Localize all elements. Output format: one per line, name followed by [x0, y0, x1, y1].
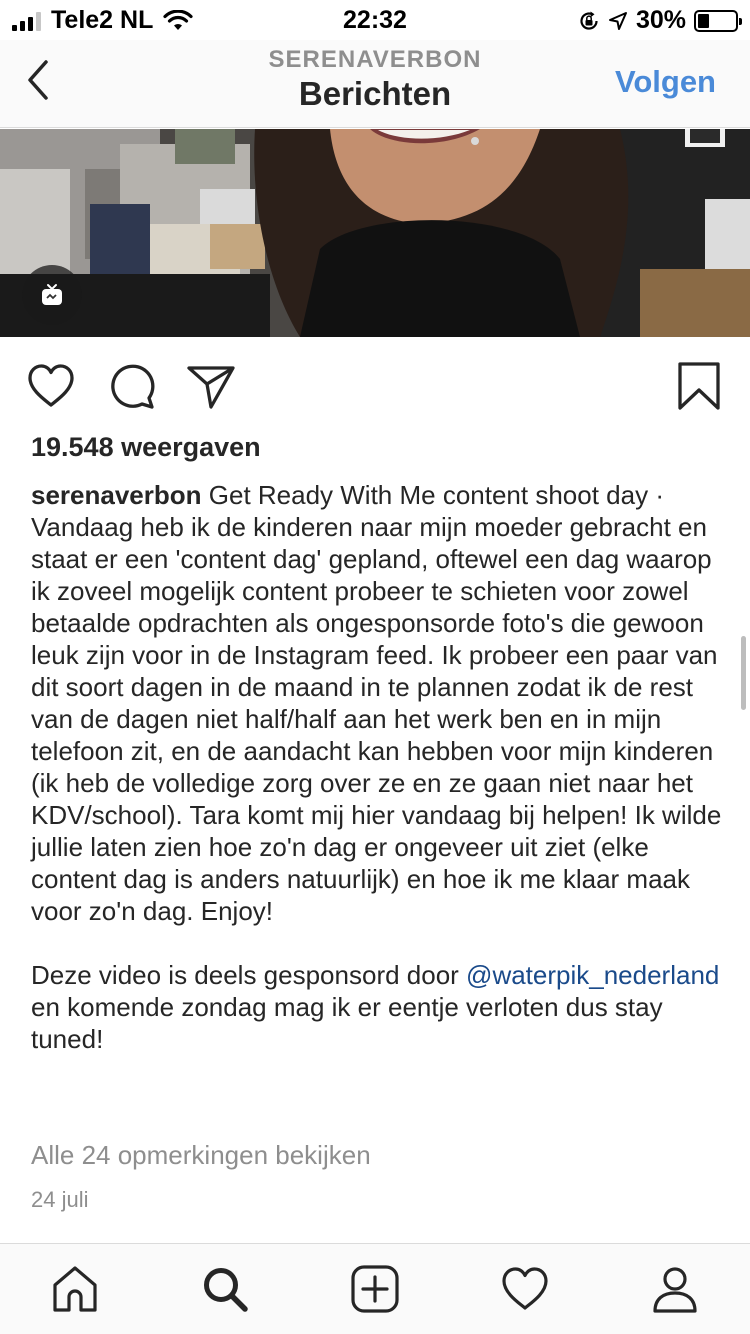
action-bar: [0, 350, 750, 422]
like-button[interactable]: [25, 360, 77, 412]
location-icon: [608, 11, 627, 30]
battery-icon: [694, 9, 742, 32]
share-button[interactable]: [185, 360, 237, 412]
bookmark-icon: [678, 362, 720, 410]
comment-icon: [111, 364, 155, 409]
search-icon: [204, 1268, 248, 1312]
status-right: 30%: [578, 6, 742, 35]
comment-button[interactable]: [105, 360, 157, 412]
caption-text-end: en komende zondag mag ik er eentje verlo…: [31, 992, 663, 1054]
video-frame: [0, 129, 750, 337]
caption-username[interactable]: serenaverbon: [31, 480, 202, 510]
heart-icon: [28, 364, 74, 407]
home-icon: [53, 1266, 97, 1312]
profile-icon: [653, 1267, 697, 1313]
view-comments-link[interactable]: Alle 24 opmerkingen bekijken: [31, 1140, 371, 1171]
mention-link[interactable]: @waterpik_nederland: [466, 960, 719, 990]
post-video[interactable]: [0, 129, 750, 337]
scroll-indicator: [741, 636, 746, 710]
share-icon: [187, 366, 235, 409]
tab-activity[interactable]: [500, 1264, 550, 1314]
save-button[interactable]: [673, 360, 725, 412]
tab-home[interactable]: [50, 1264, 100, 1314]
tab-profile[interactable]: [650, 1264, 700, 1314]
tab-new-post[interactable]: [350, 1264, 400, 1314]
instagram-post-screen: Tele2 NL 22:32 30% SERENAVERBON Berichte…: [0, 0, 750, 1334]
view-count[interactable]: 19.548 weergaven: [31, 432, 261, 463]
navigation-header: SERENAVERBON Berichten Volgen: [0, 40, 750, 128]
orientation-lock-icon: [580, 11, 598, 30]
battery-percentage: 30%: [635, 6, 686, 34]
caption-text: Get Ready With Me content shoot day · Va…: [31, 480, 722, 990]
status-bar: Tele2 NL 22:32 30%: [0, 0, 750, 40]
igtv-badge[interactable]: [22, 265, 82, 325]
post-date: 24 juli: [31, 1187, 89, 1212]
back-button[interactable]: [20, 58, 60, 102]
follow-button[interactable]: Volgen: [615, 64, 716, 100]
post-caption: serenaverbon Get Ready With Me content s…: [31, 479, 731, 1055]
chevron-left-icon: [28, 60, 48, 100]
new-post-icon: [351, 1265, 399, 1313]
activity-icon: [502, 1267, 548, 1310]
igtv-icon: [42, 284, 62, 305]
tab-search[interactable]: [200, 1264, 250, 1314]
tab-bar: [0, 1243, 750, 1334]
